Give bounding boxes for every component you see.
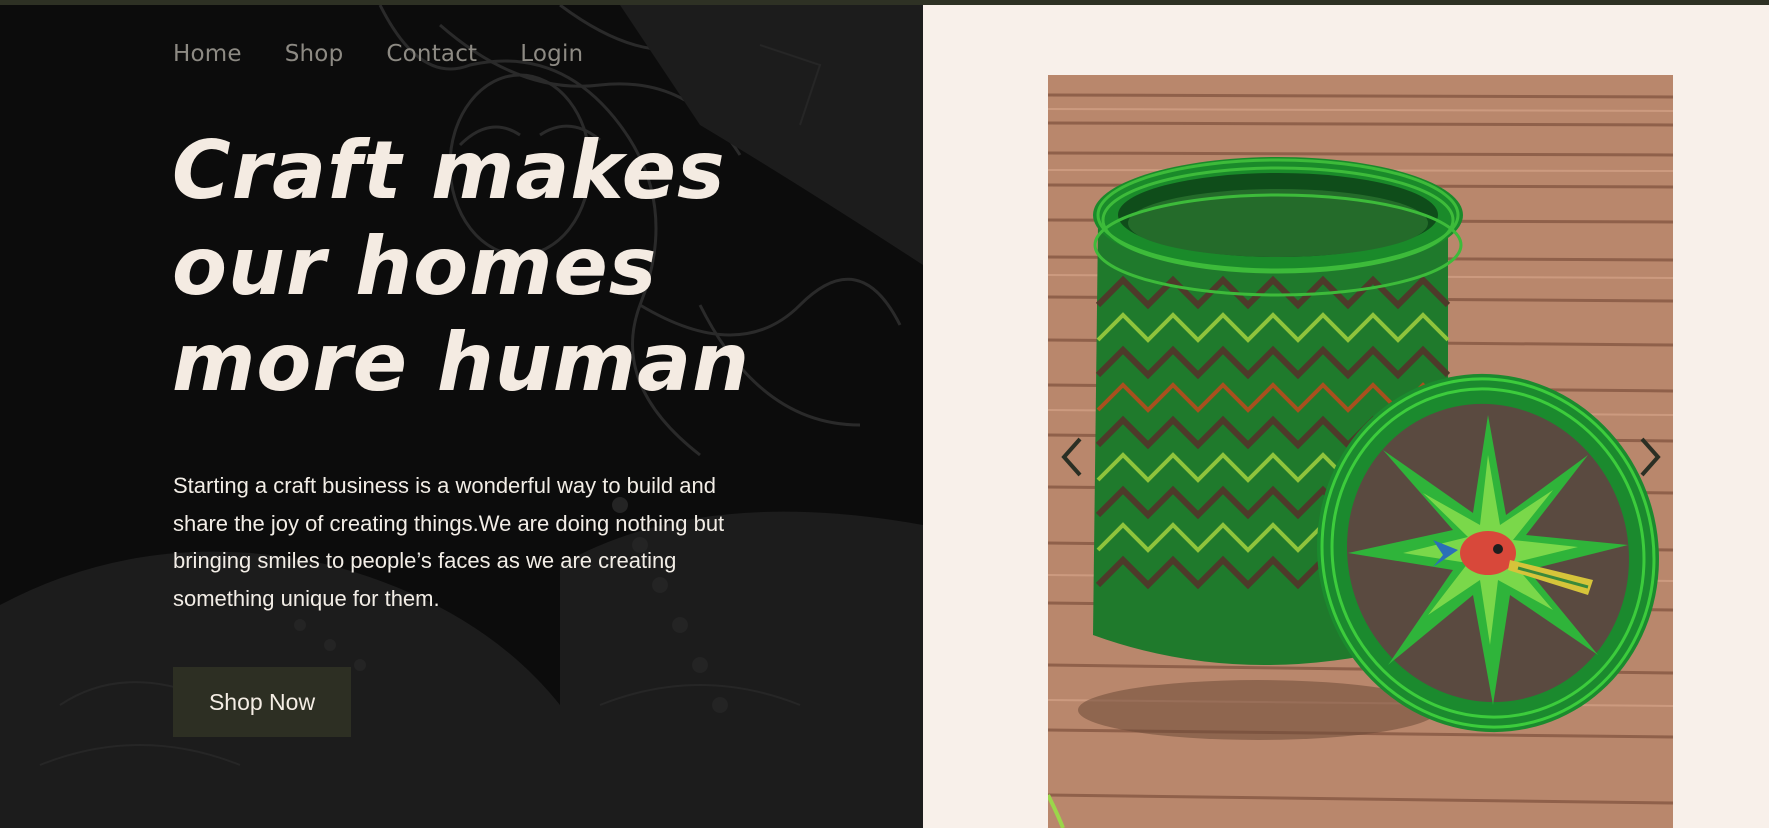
nav-shop-link[interactable]: Shop	[285, 41, 344, 67]
hero-description: Starting a craft business is a wonderful…	[173, 473, 725, 611]
chevron-left-icon[interactable]	[1058, 435, 1086, 479]
headline-line-1: Craft makes	[172, 124, 726, 217]
shop-now-button[interactable]: Shop Now	[173, 667, 351, 737]
nav-contact-link[interactable]: Contact	[386, 41, 477, 67]
nav-login-link[interactable]: Login	[520, 41, 583, 67]
main-nav: Home Shop Contact Login	[173, 41, 583, 67]
nav-home-link[interactable]: Home	[173, 41, 242, 67]
product-carousel[interactable]	[1048, 75, 1673, 828]
headline-line-2: our homes	[172, 220, 658, 313]
basket-image	[1048, 75, 1673, 828]
hero-headline: Craft makes our homes more human	[172, 123, 792, 411]
headline-line-3: more human	[172, 316, 751, 409]
chevron-right-icon[interactable]	[1636, 435, 1664, 479]
hero-panel: Home Shop Contact Login Craft makes our …	[0, 5, 923, 828]
